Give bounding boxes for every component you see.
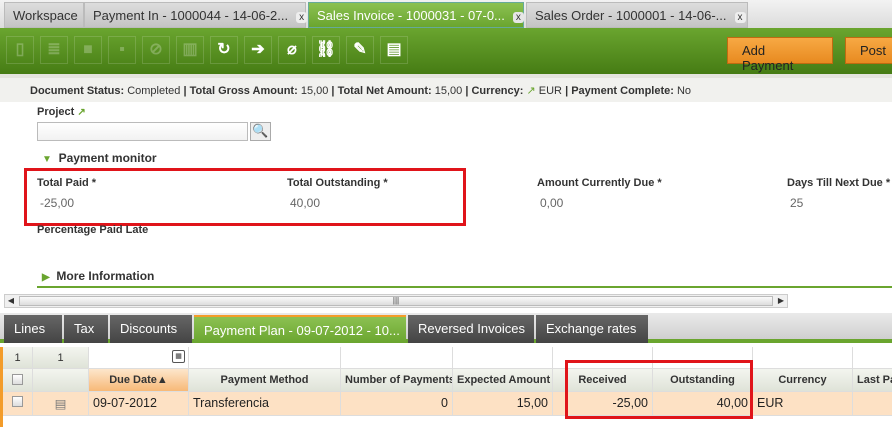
status-bar: Document Status: Completed | Total Gross… — [0, 74, 892, 102]
close-icon[interactable]: x — [296, 12, 308, 23]
tab-label: Workspace — [13, 8, 78, 23]
select-all-checkbox[interactable] — [3, 369, 33, 392]
total-outstanding-value: 40,00 — [290, 196, 321, 210]
project-label: Project ↗ — [37, 106, 86, 118]
project-input[interactable] — [37, 122, 248, 141]
tab-exchange-rates[interactable]: Exchange rates — [536, 315, 648, 343]
save-icon[interactable]: ■ — [74, 36, 102, 64]
link-icon[interactable]: ⛓ — [312, 36, 340, 64]
status-label: Total Gross Amount: — [189, 85, 298, 97]
header-due-date[interactable]: Due Date▲ — [89, 369, 189, 392]
cell-due-date[interactable]: 09-07-2012 — [89, 392, 189, 416]
currency: EUR — [538, 85, 563, 97]
header-actions — [33, 369, 89, 392]
refresh-icon[interactable]: ↻ — [210, 36, 238, 64]
new-document-icon[interactable]: ▯ — [6, 36, 34, 64]
separator: | — [183, 85, 187, 97]
total-net: 15,00 — [434, 85, 463, 97]
separator: | — [565, 85, 569, 97]
undo-icon[interactable]: ⊘ — [142, 36, 170, 64]
filter-currency[interactable] — [753, 347, 853, 369]
tab-payment-plan[interactable]: Payment Plan - 09-07-2012 - 10... — [194, 315, 406, 343]
header-number-of-payments[interactable]: Number of Payments — [341, 369, 453, 392]
tab-lines[interactable]: Lines — [4, 315, 62, 343]
document-icon[interactable]: ▤ — [33, 392, 89, 416]
cell-last-payment[interactable] — [853, 392, 892, 416]
scroll-right-icon[interactable]: ▶ — [775, 295, 787, 307]
filter-expected-amount[interactable] — [453, 347, 553, 369]
tab-label: Sales Invoice - 1000031 - 07-0... — [317, 8, 505, 23]
scrollbar-thumb[interactable]: ||| — [19, 296, 773, 306]
tab-label: Payment In - 1000044 - 14-06-2... — [93, 8, 289, 23]
total-paid-label: Total Paid * — [37, 177, 97, 189]
tab-reversed-invoices[interactable]: Reversed Invoices — [408, 315, 534, 343]
header-currency[interactable]: Currency — [753, 369, 853, 392]
cell-number-of-payments[interactable]: 0 — [341, 392, 453, 416]
search-icon[interactable]: 🔍 — [250, 122, 271, 141]
cell-expected-amount[interactable]: 15,00 — [453, 392, 553, 416]
filter-payment-method[interactable] — [189, 347, 341, 369]
payment-monitor-section[interactable]: ▼ Payment monitor — [42, 151, 157, 165]
selected-count: 1 — [3, 347, 33, 369]
highlight-box — [565, 360, 753, 419]
calendar-icon[interactable]: ▦ — [172, 350, 185, 363]
tab-payment-in[interactable]: Payment In - 1000044 - 14-06-2... x — [84, 2, 308, 28]
tools-icon[interactable]: ✎ — [346, 36, 374, 64]
cell-payment-method[interactable]: Transferencia — [189, 392, 341, 416]
tab-sales-invoice[interactable]: Sales Invoice - 1000031 - 07-0... x — [308, 2, 524, 28]
header-last-payment[interactable]: Last Pa — [853, 369, 892, 392]
amount-due-label: Amount Currently Due * — [537, 177, 662, 189]
tab-discounts[interactable]: Discounts — [110, 315, 192, 343]
window-tab-bar: Workspace Payment In - 1000044 - 14-06-2… — [0, 0, 892, 28]
tab-sales-order[interactable]: Sales Order - 1000001 - 14-06-... x — [526, 2, 748, 28]
days-till-due-value: 25 — [790, 196, 804, 210]
tab-workspace[interactable]: Workspace — [4, 2, 84, 28]
row-checkbox[interactable] — [3, 392, 33, 416]
header-payment-method[interactable]: Payment Method — [189, 369, 341, 392]
status-label: Document Status: — [30, 85, 125, 97]
status-label: Payment Complete: — [571, 85, 674, 97]
payment-complete: No — [676, 85, 692, 97]
link-arrow-icon[interactable]: ↗ — [527, 85, 536, 97]
more-information-section[interactable]: ▶ More Information — [42, 269, 154, 283]
close-icon[interactable]: x — [734, 12, 746, 23]
status-label: Currency: — [471, 85, 524, 97]
header-expected-amount[interactable]: Expected Amount — [453, 369, 553, 392]
separator: | — [331, 85, 335, 97]
layout-icon[interactable]: ▤ — [380, 36, 408, 64]
percentage-paid-late-label: Percentage Paid Late — [37, 224, 149, 236]
attachment-icon[interactable]: ⌀ — [278, 36, 306, 64]
tab-label: Sales Order - 1000001 - 14-06-... — [535, 8, 727, 23]
horizontal-scrollbar[interactable]: ◀ ||| ▶ — [4, 294, 788, 308]
status-label: Total Net Amount: — [337, 85, 432, 97]
sort-ascending-icon: ▲ — [156, 374, 168, 386]
amount-due-value: 0,00 — [540, 196, 564, 210]
export-icon[interactable]: ➔ — [244, 36, 272, 64]
cell-currency[interactable]: EUR — [753, 392, 853, 416]
add-payment-button[interactable]: Add Payment — [727, 37, 833, 73]
total-gross: 15,00 — [300, 85, 329, 97]
close-icon[interactable]: x — [512, 12, 524, 23]
tab-tax[interactable]: Tax — [64, 315, 108, 343]
total-count: 1 — [33, 347, 89, 369]
document-status: Completed — [127, 85, 181, 97]
filter-number-of-payments[interactable] — [341, 347, 453, 369]
total-paid-value: -25,00 — [40, 196, 75, 210]
total-outstanding-label: Total Outstanding * — [287, 177, 388, 189]
save-close-icon[interactable]: ▪ — [108, 36, 136, 64]
scroll-left-icon[interactable]: ◀ — [5, 295, 17, 307]
days-till-due-label: Days Till Next Due * — [787, 177, 891, 189]
post-button[interactable]: Post — [845, 37, 892, 64]
subtab-bar: Lines Tax Discounts Payment Plan - 09-07… — [0, 313, 892, 343]
divider — [37, 286, 892, 288]
filter-last-payment[interactable] — [853, 347, 892, 369]
separator: | — [465, 85, 469, 97]
toolbar: ▯ ≣ ■ ▪ ⊘ ▥ ↻ ➔ ⌀ ⛓ ✎ ▤ Add Payment Post — [0, 28, 892, 74]
new-row-icon[interactable]: ≣ — [40, 36, 68, 64]
filter-due-date[interactable]: ▦ — [89, 347, 189, 369]
delete-icon[interactable]: ▥ — [176, 36, 204, 64]
